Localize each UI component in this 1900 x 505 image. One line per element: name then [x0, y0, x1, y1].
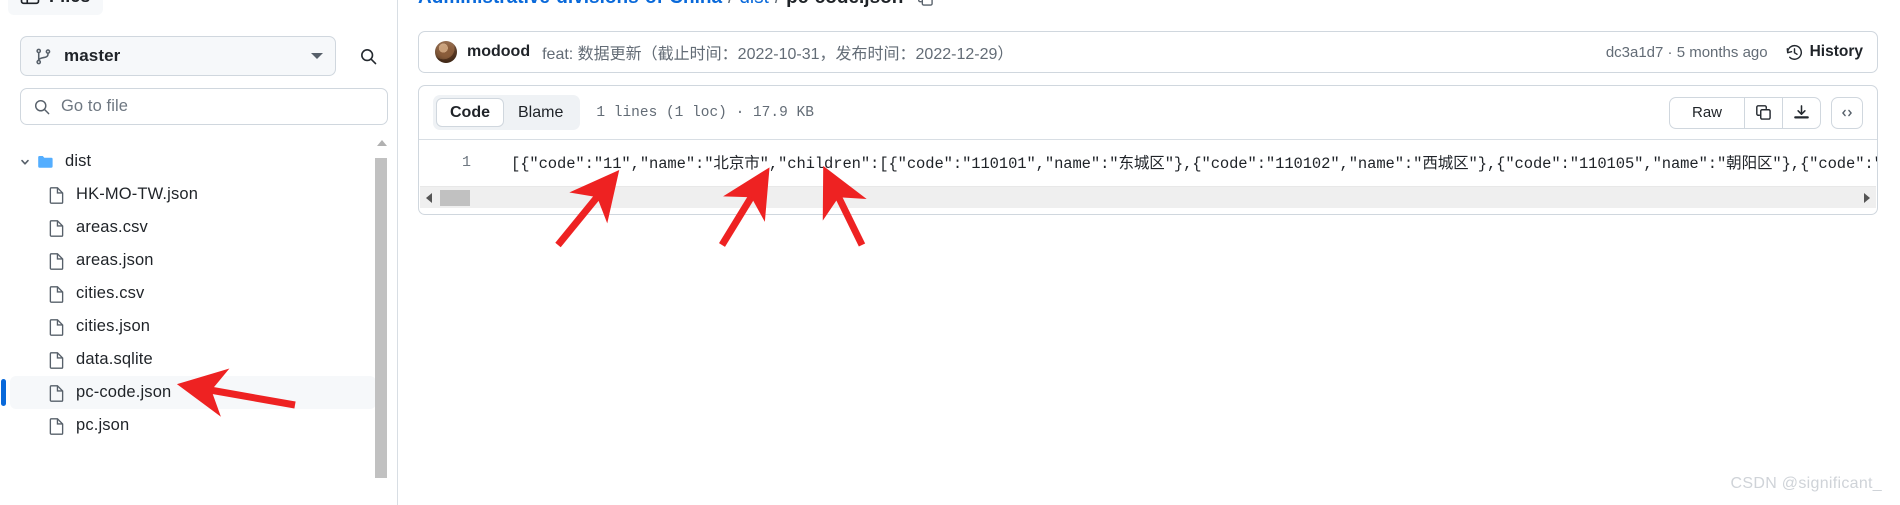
file-tree: dist HK-MO-TW.json areas.csv areas.json citi… — [0, 145, 386, 446]
history-button[interactable]: History — [1786, 43, 1863, 61]
page-root: Files master Go to file — [0, 0, 1900, 505]
tree-item-label: pc-code.json — [76, 383, 172, 401]
tree-item-cities-csv[interactable]: cities.csv — [10, 277, 376, 310]
file-icon — [48, 318, 66, 336]
sidebar-search-button[interactable] — [348, 36, 388, 76]
breadcrumb-file: pc-code.json — [786, 0, 903, 9]
file-content-pane: Administrative-divisions-of-China / dist… — [398, 0, 1900, 505]
files-icon — [20, 0, 40, 4]
branch-selector[interactable]: master — [20, 36, 336, 76]
files-tab-label: Files — [49, 0, 91, 7]
commit-message[interactable]: feat: 数据更新（截止时间：2022-10-31，发布时间：2022-12-… — [542, 40, 1606, 64]
copy-icon — [1756, 105, 1771, 120]
raw-button[interactable]: Raw — [1670, 97, 1745, 128]
raw-copy-download-group: Raw — [1668, 96, 1821, 129]
code-viewer: Code Blame 1 lines (1 loc) · 17.9 KB Raw — [418, 85, 1878, 215]
latest-commit-bar: modood feat: 数据更新（截止时间：2022-10-31，发布时间：2… — [418, 31, 1878, 73]
code-content: 1 [{"code":"11","name":"北京市","children":… — [419, 140, 1877, 184]
tree-item-hk-mo-tw-json[interactable]: HK-MO-TW.json — [10, 178, 376, 211]
commit-meta: dc3a1d7 · 5 months ago History — [1606, 43, 1863, 61]
tab-code[interactable]: Code — [436, 97, 504, 128]
tree-item-label: data.sqlite — [76, 350, 153, 368]
tree-item-data-sqlite[interactable]: data.sqlite — [10, 343, 376, 376]
tree-item-pc-json[interactable]: pc.json — [10, 409, 376, 442]
triangle-right-icon[interactable] — [1858, 187, 1876, 209]
chevron-down-icon[interactable] — [18, 155, 32, 169]
tree-item-label: areas.json — [76, 251, 154, 269]
file-tree-sidebar: Files master Go to file — [0, 0, 398, 505]
commit-sha-and-time[interactable]: dc3a1d7 · 5 months ago — [1606, 44, 1768, 61]
file-icon — [48, 417, 66, 435]
go-to-file-input[interactable]: Go to file — [20, 88, 388, 125]
code-symbols-button[interactable] — [1831, 96, 1863, 129]
commit-author[interactable]: modood — [467, 43, 530, 61]
search-icon — [360, 48, 376, 64]
tree-item-label: HK-MO-TW.json — [76, 185, 199, 203]
sidebar-scrollbar-thumb[interactable] — [375, 158, 387, 478]
tree-item-label: pc.json — [76, 416, 130, 434]
tree-item-label: areas.csv — [76, 218, 148, 236]
raw-label: Raw — [1691, 104, 1722, 121]
file-icon — [48, 252, 66, 270]
history-label: History — [1809, 43, 1863, 60]
tree-item-dist[interactable]: dist — [10, 145, 376, 178]
folder-icon — [37, 153, 55, 171]
breadcrumb-dir[interactable]: dist — [739, 0, 769, 9]
code-brackets-icon — [1842, 109, 1852, 116]
tree-item-label: cities.json — [76, 317, 151, 335]
download-button[interactable] — [1783, 98, 1820, 128]
branch-name: master — [64, 46, 121, 65]
tree-item-label: cities.csv — [76, 284, 145, 302]
branch-icon — [36, 48, 51, 64]
triangle-left-icon[interactable] — [420, 187, 438, 209]
avatar[interactable] — [435, 41, 457, 63]
triangle-up-icon[interactable] — [377, 140, 387, 146]
copy-path-icon[interactable] — [917, 0, 934, 7]
watermark: CSDN @significant_ — [1730, 475, 1882, 492]
file-icon — [48, 219, 66, 237]
file-meta: 1 lines (1 loc) · 17.9 KB — [596, 104, 814, 121]
tree-item-label: dist — [65, 152, 92, 170]
breadcrumb-separator: / — [728, 0, 733, 9]
code-blame-toggle: Code Blame — [433, 94, 581, 131]
tree-item-areas-json[interactable]: areas.json — [10, 244, 376, 277]
copy-button[interactable] — [1745, 97, 1783, 128]
code-line-1[interactable]: [{"code":"11","name":"北京市","children":[{… — [511, 140, 1877, 184]
download-icon — [1794, 105, 1809, 119]
chevron-down-icon — [311, 53, 323, 59]
code-toolbar: Code Blame 1 lines (1 loc) · 17.9 KB Raw — [419, 86, 1877, 140]
sidebar-scrollbar[interactable] — [375, 140, 389, 505]
tree-item-cities-json[interactable]: cities.json — [10, 310, 376, 343]
go-to-file-placeholder: Go to file — [61, 97, 129, 115]
tab-blame[interactable]: Blame — [504, 98, 577, 128]
file-icon — [48, 186, 66, 204]
code-horizontal-scrollbar[interactable] — [420, 186, 1876, 208]
file-icon — [48, 285, 66, 303]
files-tab[interactable]: Files — [8, 0, 103, 15]
breadcrumb-repo[interactable]: Administrative-divisions-of-China — [418, 0, 722, 9]
line-number: 1 — [461, 153, 471, 171]
breadcrumb: Administrative-divisions-of-China / dist… — [418, 0, 934, 9]
search-icon — [34, 99, 50, 114]
tree-item-areas-csv[interactable]: areas.csv — [10, 211, 376, 244]
code-actions: Raw — [1668, 96, 1863, 129]
tree-item-pc-code-json[interactable]: pc-code.json — [1, 376, 376, 409]
horizontal-scrollbar-thumb[interactable] — [440, 189, 470, 206]
file-icon — [48, 384, 66, 402]
file-icon — [48, 351, 66, 369]
breadcrumb-separator: / — [775, 0, 780, 9]
history-clock-icon — [1786, 44, 1802, 60]
